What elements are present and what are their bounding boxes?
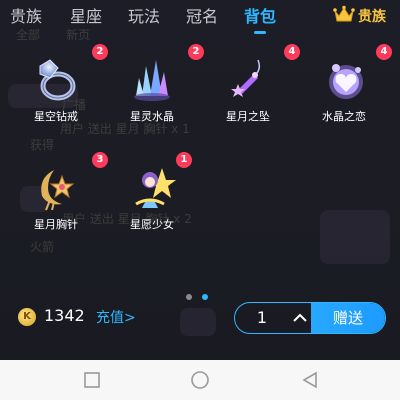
coin-icon: K	[18, 308, 36, 326]
triangle-back-icon	[302, 371, 317, 389]
item-count-badge: 4	[376, 44, 392, 60]
crown-icon	[333, 5, 355, 27]
item-count-badge: 1	[176, 152, 192, 168]
recent-apps-button[interactable]	[82, 370, 102, 390]
tab-backpack[interactable]: 背包	[244, 2, 276, 34]
gift-panel: 全部 新页 广播 用户 送出 星月 胸针 x 1 获得 用户 送出 星月 胸针 …	[0, 0, 400, 360]
backpack-item-star-crystal[interactable]: 2 星灵水晶	[104, 44, 204, 128]
item-name: 星愿少女	[130, 218, 174, 231]
tab-constellation[interactable]: 星座	[70, 2, 102, 32]
quantity-value[interactable]: 1	[235, 303, 289, 333]
girl-star-icon	[128, 164, 176, 212]
coin-balance: 1342	[44, 306, 85, 325]
item-name: 星月之坠	[226, 110, 270, 123]
back-button[interactable]	[300, 370, 320, 390]
ring-icon	[32, 56, 80, 104]
quantity-up-button[interactable]	[289, 303, 311, 333]
brooch-icon	[32, 164, 80, 212]
backpack-item-star-moon-brooch[interactable]: 3 星月胸针	[8, 152, 108, 236]
ghost-text: 获得	[30, 138, 55, 152]
tab-noble[interactable]: 贵族	[10, 2, 42, 32]
home-button[interactable]	[190, 370, 210, 390]
item-name: 水晶之恋	[322, 110, 366, 123]
backpack-item-star-moon-pendant[interactable]: 4 星月之坠	[200, 44, 300, 128]
chevron-up-icon	[293, 313, 307, 322]
bottom-bar: K 1342 充值> 1 赠送	[0, 300, 400, 336]
send-control: 1 赠送	[234, 302, 386, 334]
pendant-icon	[224, 56, 272, 104]
recharge-link[interactable]: 充值>	[96, 307, 136, 327]
send-button[interactable]: 赠送	[311, 303, 385, 333]
crystal-heart-icon	[320, 56, 368, 104]
square-icon	[84, 372, 100, 388]
item-name: 星空钻戒	[34, 110, 78, 123]
backpack-item-wish-girl[interactable]: 1 星愿少女	[104, 152, 200, 236]
ghost-box	[320, 210, 390, 264]
noble-badge-label: 贵族	[358, 9, 386, 25]
crystal-icon	[128, 56, 176, 104]
circle-icon	[191, 371, 209, 389]
android-nav-bar	[0, 360, 400, 400]
item-name: 星灵水晶	[130, 110, 174, 123]
noble-badge[interactable]: 贵族	[333, 4, 386, 28]
backpack-item-crystal-love[interactable]: 4 水晶之恋	[296, 44, 392, 128]
tab-naming[interactable]: 冠名	[186, 2, 218, 32]
item-name: 星月胸针	[34, 218, 78, 231]
ghost-text: 火箭	[30, 240, 55, 254]
backpack-item-star-ring[interactable]: 2 星空钻戒	[8, 44, 108, 128]
tab-gameplay[interactable]: 玩法	[128, 2, 160, 32]
